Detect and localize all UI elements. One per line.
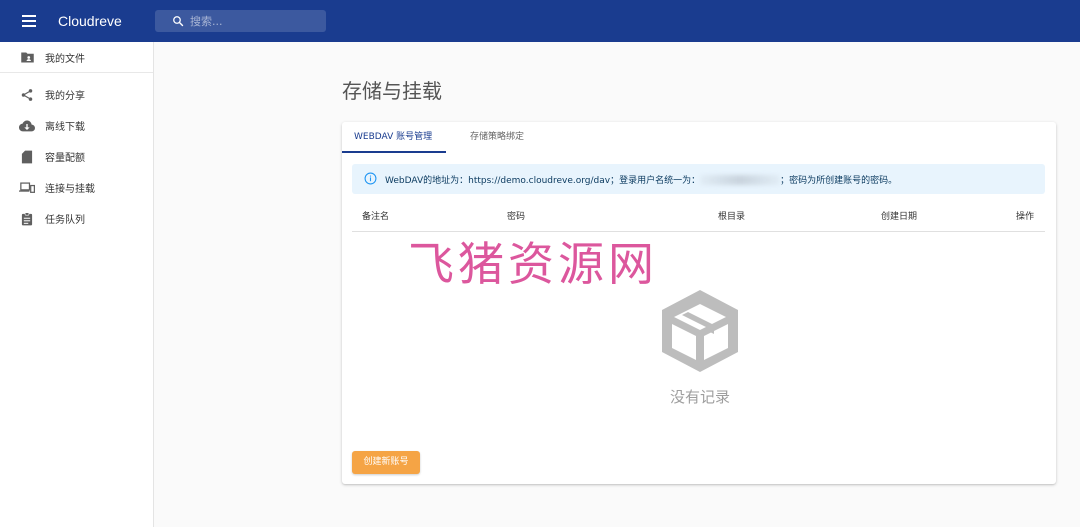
clipboard-list-icon	[19, 211, 35, 227]
sidebar-item-my-shares[interactable]: 我的分享	[0, 79, 153, 110]
empty-state-text: 没有记录	[669, 388, 730, 406]
sd-card-icon	[19, 149, 35, 165]
sidebar-item-label: 离线下载	[45, 122, 85, 133]
menu-button[interactable]	[0, 0, 58, 42]
column-header-password[interactable]: 密码	[507, 209, 525, 222]
webdav-card: WEBDAV 账号管理 存储策略绑定 WebDAV的地址为：https://de…	[342, 122, 1056, 484]
info-icon	[364, 172, 378, 186]
sidebar-item-label: 我的文件	[45, 53, 85, 65]
app-title[interactable]: Cloudreve	[58, 13, 155, 29]
column-header-created-date[interactable]: 创建日期	[881, 209, 917, 222]
sidebar-item-label: 连接与挂载	[45, 184, 95, 195]
create-account-button[interactable]: 创建新账号	[352, 451, 420, 474]
search-box[interactable]	[155, 10, 326, 32]
hamburger-menu-icon	[22, 15, 36, 27]
sidebar-item-my-files[interactable]: 我的文件	[0, 42, 153, 73]
app-bar: Cloudreve	[0, 0, 1080, 42]
empty-box-icon	[652, 282, 748, 382]
redacted-username	[700, 175, 781, 185]
search-input[interactable]	[190, 14, 320, 28]
sidebar-item-label: 我的分享	[45, 91, 85, 102]
cloud-download-icon	[19, 118, 35, 134]
devices-icon	[19, 180, 35, 196]
alert-text-prefix: WebDAV的地址为：https://demo.cloudreve.org/da…	[385, 175, 701, 186]
sidebar-item-offline-download[interactable]: 离线下载	[0, 110, 153, 141]
info-alert: WebDAV的地址为：https://demo.cloudreve.org/da…	[352, 164, 1045, 194]
sidebar-item-label: 任务队列	[45, 215, 85, 226]
share-icon	[19, 87, 35, 103]
sidebar-item-quota[interactable]: 容量配额	[0, 141, 153, 172]
table-header: 备注名 密码 根目录 创建日期 操作	[352, 198, 1045, 232]
tab-webdav-accounts[interactable]: WEBDAV 账号管理	[342, 122, 446, 153]
folder-account-icon	[19, 49, 35, 65]
column-header-root-dir[interactable]: 根目录	[718, 209, 745, 222]
column-header-note[interactable]: 备注名	[362, 209, 389, 222]
watermark: 飞猪资源网	[408, 237, 658, 291]
sidebar-item-task-queue[interactable]: 任务队列	[0, 203, 153, 234]
alert-text: WebDAV的地址为：https://demo.cloudreve.org/da…	[385, 173, 897, 186]
column-header-actions: 操作	[1016, 212, 1035, 222]
alert-text-suffix: ；密码为所创建账号的密码。	[780, 175, 898, 186]
sidebar: 我的文件 我的分享 离线下载 容量配额 连接与挂载 任务队列	[0, 42, 154, 527]
sidebar-item-label: 容量配额	[45, 153, 85, 164]
page-title: 存储与挂载	[342, 79, 442, 103]
tab-storage-policy[interactable]: 存储策略绑定	[446, 122, 536, 153]
tab-bar: WEBDAV 账号管理 存储策略绑定	[342, 122, 536, 153]
search-icon	[173, 16, 184, 27]
sidebar-item-connect-mount[interactable]: 连接与挂载	[0, 172, 153, 203]
